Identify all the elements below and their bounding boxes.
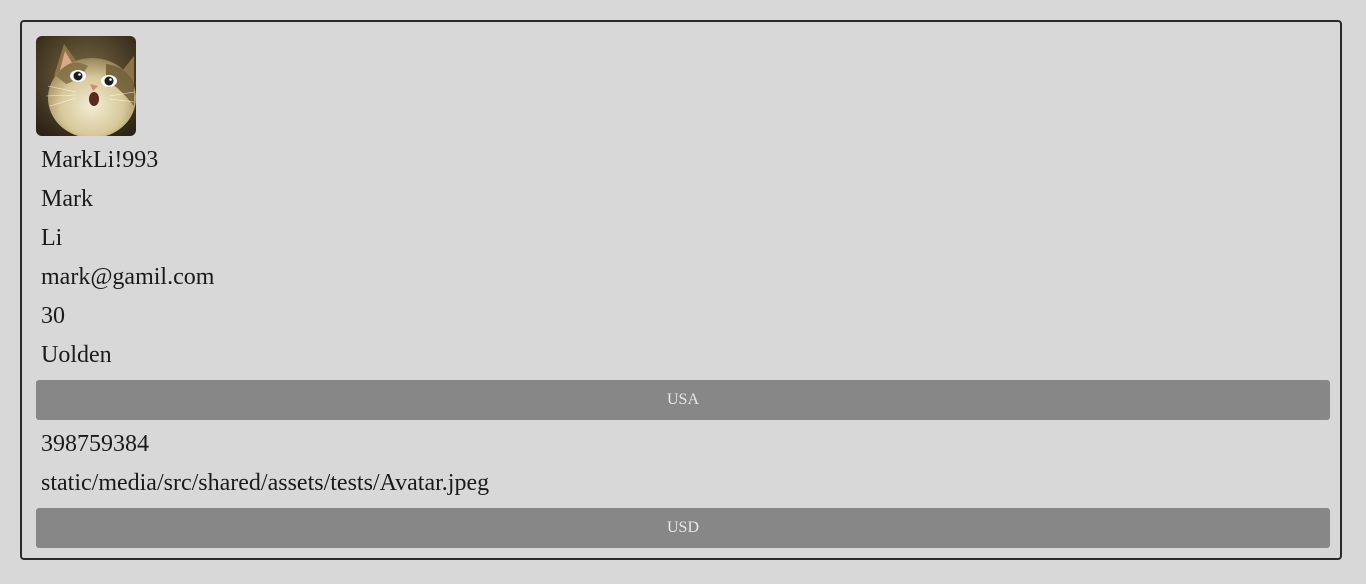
avatar bbox=[36, 36, 136, 136]
last-name-field: Li bbox=[41, 225, 63, 251]
age-field: 30 bbox=[41, 303, 65, 329]
username-field: MarkLi!993 bbox=[41, 147, 159, 173]
email-field: mark@gamil.com bbox=[41, 264, 215, 290]
profile-card: MarkLi!993 Mark Li mark@gamil.com 30 Uol… bbox=[20, 20, 1342, 560]
country-select[interactable]: USA bbox=[36, 380, 1330, 420]
first-name-field: Mark bbox=[41, 186, 93, 212]
cat-avatar-icon bbox=[36, 36, 136, 136]
currency-select[interactable]: USD bbox=[36, 508, 1330, 548]
phone-field: 398759384 bbox=[41, 431, 149, 457]
avatar-path-field: static/media/src/shared/assets/tests/Ava… bbox=[41, 470, 490, 496]
city-field: Uolden bbox=[41, 342, 112, 368]
currency-select-value: USD bbox=[666, 519, 699, 536]
country-select-value: USA bbox=[666, 391, 699, 408]
